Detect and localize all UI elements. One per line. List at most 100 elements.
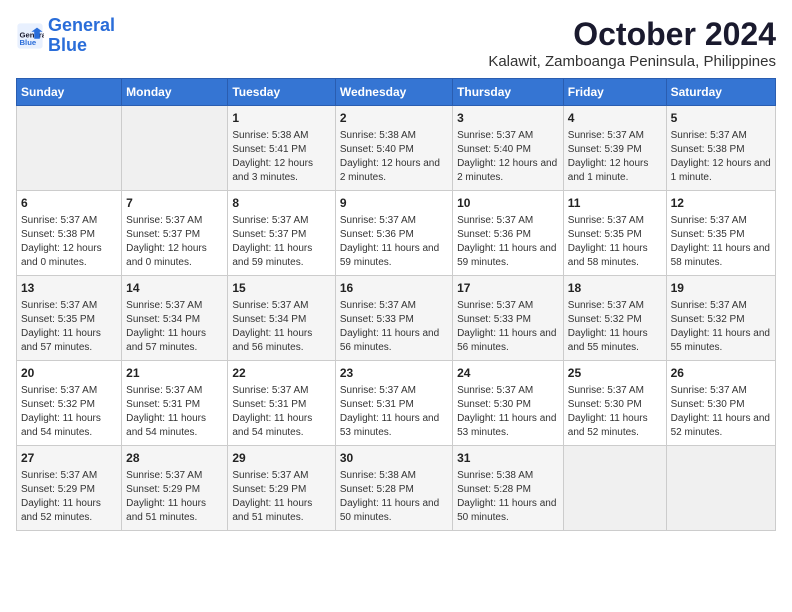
day-number: 24 <box>457 365 559 382</box>
day-number: 28 <box>126 450 223 467</box>
calendar-cell: 16Sunrise: 5:37 AMSunset: 5:33 PMDayligh… <box>335 276 452 361</box>
page-subtitle: Kalawit, Zamboanga Peninsula, Philippine… <box>488 53 776 70</box>
day-info: Daylight: 11 hours and 57 minutes. <box>126 327 223 355</box>
day-info: Sunset: 5:29 PM <box>21 483 117 497</box>
day-info: Sunset: 5:36 PM <box>457 228 559 242</box>
day-info: Sunrise: 5:37 AM <box>126 469 223 483</box>
calendar-cell: 1Sunrise: 5:38 AMSunset: 5:41 PMDaylight… <box>228 106 335 191</box>
day-info: Sunrise: 5:37 AM <box>568 299 662 313</box>
calendar-cell: 29Sunrise: 5:37 AMSunset: 5:29 PMDayligh… <box>228 446 335 531</box>
svg-text:Blue: Blue <box>20 38 37 47</box>
day-number: 9 <box>340 195 448 212</box>
day-info: Sunrise: 5:37 AM <box>457 214 559 228</box>
day-info: Sunset: 5:31 PM <box>340 398 448 412</box>
day-info: Daylight: 11 hours and 57 minutes. <box>21 327 117 355</box>
title-area: October 2024 Kalawit, Zamboanga Peninsul… <box>488 16 776 70</box>
page-header: General Blue General Blue October 2024 K… <box>16 16 776 70</box>
day-number: 30 <box>340 450 448 467</box>
day-info: Sunrise: 5:37 AM <box>232 469 330 483</box>
calendar-cell <box>17 106 122 191</box>
day-number: 18 <box>568 280 662 297</box>
day-number: 14 <box>126 280 223 297</box>
day-info: Sunrise: 5:37 AM <box>568 384 662 398</box>
day-info: Sunset: 5:37 PM <box>232 228 330 242</box>
day-info: Daylight: 12 hours and 2 minutes. <box>457 157 559 185</box>
calendar-header-row: SundayMondayTuesdayWednesdayThursdayFrid… <box>17 79 776 106</box>
week-row-2: 6Sunrise: 5:37 AMSunset: 5:38 PMDaylight… <box>17 191 776 276</box>
day-info: Sunrise: 5:37 AM <box>671 214 771 228</box>
day-number: 13 <box>21 280 117 297</box>
day-number: 27 <box>21 450 117 467</box>
calendar-cell <box>666 446 775 531</box>
day-info: Daylight: 12 hours and 1 minute. <box>568 157 662 185</box>
day-number: 4 <box>568 110 662 127</box>
day-info: Daylight: 11 hours and 52 minutes. <box>568 412 662 440</box>
header-wednesday: Wednesday <box>335 79 452 106</box>
calendar-cell: 3Sunrise: 5:37 AMSunset: 5:40 PMDaylight… <box>453 106 564 191</box>
calendar-cell: 21Sunrise: 5:37 AMSunset: 5:31 PMDayligh… <box>122 361 228 446</box>
day-number: 26 <box>671 365 771 382</box>
calendar-table: SundayMondayTuesdayWednesdayThursdayFrid… <box>16 78 776 531</box>
calendar-cell: 22Sunrise: 5:37 AMSunset: 5:31 PMDayligh… <box>228 361 335 446</box>
day-info: Sunrise: 5:38 AM <box>232 129 330 143</box>
day-info: Daylight: 11 hours and 56 minutes. <box>232 327 330 355</box>
week-row-3: 13Sunrise: 5:37 AMSunset: 5:35 PMDayligh… <box>17 276 776 361</box>
week-row-5: 27 Sunrise: 5:37 AM Sunset: 5:29 PMDayligh… <box>17 446 776 531</box>
day-info: Daylight: 12 hours and 0 minutes. <box>21 242 117 270</box>
day-info: Sunset: 5:34 PM <box>126 313 223 327</box>
day-info: Sunrise: 5:38 AM <box>340 469 448 483</box>
day-info: Sunset: 5:35 PM <box>568 228 662 242</box>
day-info: Sunrise: 5:37 AM <box>21 214 117 228</box>
calendar-cell: 9Sunrise: 5:37 AMSunset: 5:36 PMDaylight… <box>335 191 452 276</box>
day-number: 3 <box>457 110 559 127</box>
day-info: Sunset: 5:38 PM <box>671 143 771 157</box>
day-info: Sunrise: 5:37 AM <box>671 299 771 313</box>
calendar-cell: 24Sunrise: 5:37 AMSunset: 5:30 PMDayligh… <box>453 361 564 446</box>
day-number: 10 <box>457 195 559 212</box>
day-info: Sunset: 5:32 PM <box>21 398 117 412</box>
day-info: Sunrise: 5:37 AM <box>568 129 662 143</box>
day-info: Daylight: 11 hours and 58 minutes. <box>568 242 662 270</box>
day-info: Daylight: 11 hours and 53 minutes. <box>340 412 448 440</box>
day-info: Sunset: 5:30 PM <box>671 398 771 412</box>
calendar-cell: 17Sunrise: 5:37 AMSunset: 5:33 PMDayligh… <box>453 276 564 361</box>
day-info: Sunrise: 5:37 AM <box>340 214 448 228</box>
calendar-cell: 28Sunrise: 5:37 AMSunset: 5:29 PMDayligh… <box>122 446 228 531</box>
calendar-cell: 5Sunrise: 5:37 AMSunset: 5:38 PMDaylight… <box>666 106 775 191</box>
calendar-cell: 26Sunrise: 5:37 AMSunset: 5:30 PMDayligh… <box>666 361 775 446</box>
day-info: Sunset: 5:35 PM <box>21 313 117 327</box>
calendar-cell: 4Sunrise: 5:37 AMSunset: 5:39 PMDaylight… <box>563 106 666 191</box>
day-info: Sunrise: 5:37 AM <box>457 384 559 398</box>
day-info: Daylight: 11 hours and 56 minutes. <box>457 327 559 355</box>
day-number: 22 <box>232 365 330 382</box>
day-info: Sunset: 5:30 PM <box>568 398 662 412</box>
day-info: Sunset: 5:38 PM <box>21 228 117 242</box>
day-info: Sunset: 5:33 PM <box>457 313 559 327</box>
day-number: 23 <box>340 365 448 382</box>
logo-text: General Blue <box>48 16 115 56</box>
day-number: 1 <box>232 110 330 127</box>
calendar-cell: 18Sunrise: 5:37 AMSunset: 5:32 PMDayligh… <box>563 276 666 361</box>
day-number: 25 <box>568 365 662 382</box>
day-info: Sunset: 5:36 PM <box>340 228 448 242</box>
calendar-cell: 2Sunrise: 5:38 AMSunset: 5:40 PMDaylight… <box>335 106 452 191</box>
day-info: Sunrise: 5:37 AM <box>21 384 117 398</box>
day-info: Sunset: 5:28 PM <box>457 483 559 497</box>
day-info: Daylight: 11 hours and 58 minutes. <box>671 242 771 270</box>
day-number: 31 <box>457 450 559 467</box>
day-info: Sunrise: 5:37 AM <box>232 214 330 228</box>
day-number: 5 <box>671 110 771 127</box>
day-number: 17 <box>457 280 559 297</box>
day-number: 21 <box>126 365 223 382</box>
day-info: Sunset: 5:31 PM <box>126 398 223 412</box>
calendar-cell: 8Sunrise: 5:37 AMSunset: 5:37 PMDaylight… <box>228 191 335 276</box>
day-info: Sunset: 5:40 PM <box>340 143 448 157</box>
header-friday: Friday <box>563 79 666 106</box>
day-number: 2 <box>340 110 448 127</box>
day-info: Sunset: 5:33 PM <box>340 313 448 327</box>
calendar-cell: 31Sunrise: 5:38 AMSunset: 5:28 PMDayligh… <box>453 446 564 531</box>
day-info: Daylight: 11 hours and 54 minutes. <box>232 412 330 440</box>
day-info: Sunset: 5:30 PM <box>457 398 559 412</box>
day-info: Daylight: 11 hours and 52 minutes. <box>21 497 117 525</box>
day-info: Daylight: 11 hours and 56 minutes. <box>340 327 448 355</box>
